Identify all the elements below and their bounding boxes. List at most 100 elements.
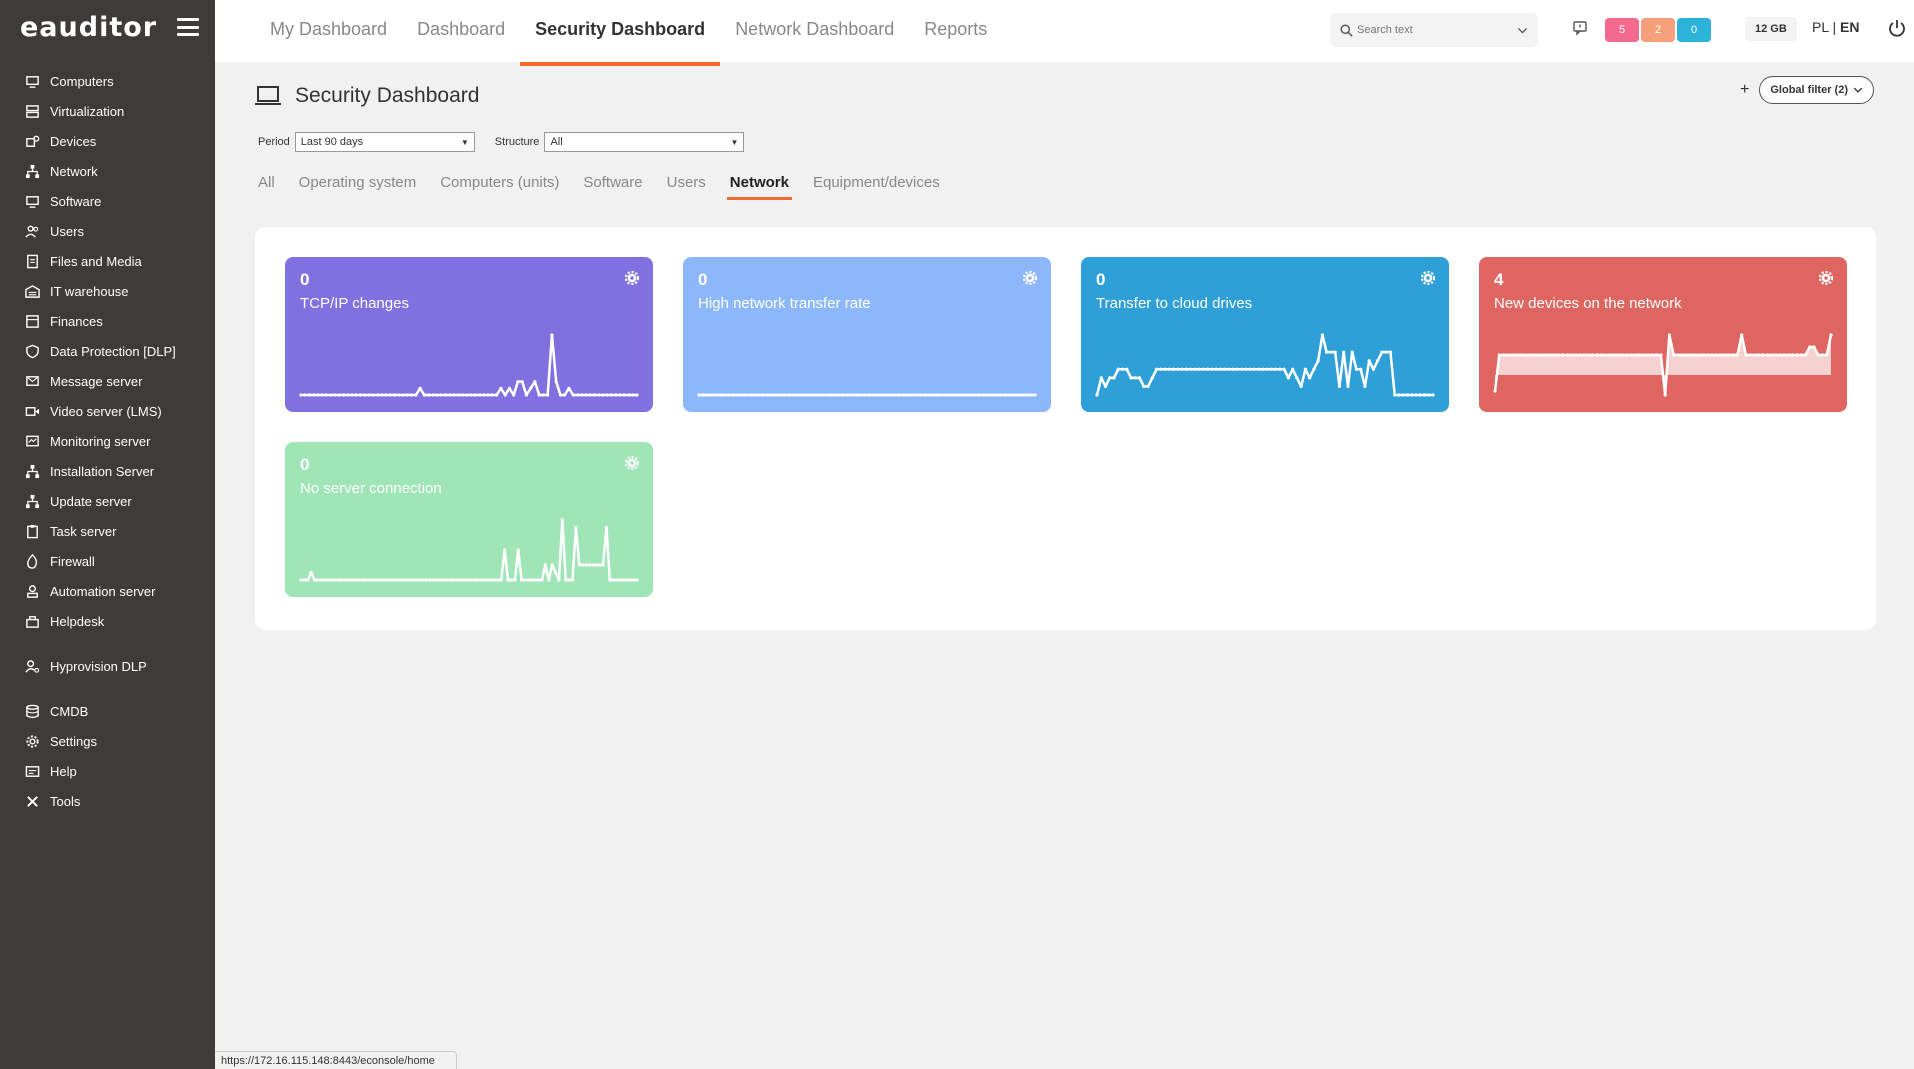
gear-icon[interactable] (1421, 271, 1435, 285)
gear-icon[interactable] (625, 456, 639, 470)
sparkline-point (1308, 376, 1312, 380)
subtab-software[interactable]: Software (583, 174, 642, 197)
sidebar-item-cmdb[interactable]: CMDB (0, 696, 215, 726)
sparkline-point (584, 563, 588, 567)
stat-card[interactable]: 4 New devices on the network (1479, 257, 1847, 412)
menu-toggle-icon[interactable] (177, 18, 199, 36)
nav-divider (0, 681, 215, 696)
sidebar-item-video-server-lms[interactable]: Video server (LMS) (0, 396, 215, 426)
structure-select[interactable]: All ▼ (544, 132, 745, 152)
sparkline-point (1274, 367, 1278, 371)
subtab-network[interactable]: Network (726, 174, 793, 200)
sparkline-point (1518, 353, 1523, 357)
sparkline-point (1431, 393, 1435, 397)
tab-dashboard[interactable]: Dashboard (402, 0, 520, 62)
lang-en[interactable]: EN (1840, 19, 1859, 35)
top-tabs: My Dashboard Dashboard Security Dashboard N… (255, 0, 1002, 66)
sidebar-item-data-protection-dlp[interactable]: Data Protection [DLP] (0, 336, 215, 366)
sidebar-item-finances[interactable]: Finances (0, 306, 215, 336)
sidebar-item-update-server[interactable]: Update server (0, 486, 215, 516)
sidebar-item-automation-server[interactable]: Automation server (0, 576, 215, 606)
sparkline-point (418, 578, 422, 582)
sparkline-point (490, 393, 494, 397)
sidebar-item-hyprovision-dlp[interactable]: Hyprovision DLP (0, 651, 215, 681)
subtab-equipment-devices[interactable]: Equipment/devices (813, 174, 940, 197)
network-icon (24, 463, 40, 479)
stat-card[interactable]: 0 High network transfer rate (683, 257, 1051, 412)
sidebar-item-devices[interactable]: Devices (0, 126, 215, 156)
subtab-users[interactable]: Users (667, 174, 706, 197)
sparkline-point (299, 393, 303, 397)
sidebar-item-monitoring-server[interactable]: Monitoring server (0, 426, 215, 456)
sparkline-point (1680, 353, 1684, 357)
alert-badges: 520 (1605, 18, 1711, 42)
sidebar-item-helpdesk[interactable]: Helpdesk (0, 606, 215, 636)
sparkline-chart (299, 333, 639, 397)
tab-my-dashboard[interactable]: My Dashboard (255, 0, 402, 62)
tab-reports[interactable]: Reports (909, 0, 1002, 62)
sparkline-point (735, 393, 739, 397)
global-filter-button[interactable]: Global filter (2) (1759, 76, 1874, 104)
sidebar-item-computers[interactable]: Computers (0, 66, 215, 96)
lang-pl[interactable]: PL (1812, 19, 1829, 35)
gear-icon[interactable] (1023, 271, 1037, 285)
search-box[interactable] (1330, 13, 1538, 47)
period-select[interactable]: Last 90 days ▼ (294, 132, 475, 152)
subtab-computers-units[interactable]: Computers (units) (440, 174, 559, 197)
gear-icon[interactable] (1819, 271, 1833, 285)
alert-badge[interactable]: 2 (1641, 18, 1675, 42)
sparkline-point (456, 393, 460, 397)
sidebar-item-virtualization[interactable]: Virtualization (0, 96, 215, 126)
sidebar-item-users[interactable]: Users (0, 216, 215, 246)
sidebar-item-help[interactable]: Help (0, 756, 215, 786)
tab-security-dashboard[interactable]: Security Dashboard (520, 0, 721, 66)
sparkline-point (1282, 367, 1286, 371)
sparkline-point (302, 578, 306, 582)
sparkline-point (1650, 353, 1654, 357)
sparkline-point (1638, 353, 1642, 357)
sparkline-point (1761, 353, 1765, 357)
sidebar-item-label: Settings (50, 733, 97, 749)
subtab-operating-system[interactable]: Operating system (299, 174, 417, 197)
sidebar-item-it-warehouse[interactable]: IT warehouse (0, 276, 215, 306)
alert-badge[interactable]: 5 (1605, 18, 1639, 42)
stat-card[interactable]: 0 TCP/IP changes (285, 257, 653, 412)
power-icon[interactable] (1887, 18, 1907, 38)
sidebar-item-message-server[interactable]: Message server (0, 366, 215, 396)
tab-network-dashboard[interactable]: Network Dashboard (720, 0, 909, 62)
sparkline-point (473, 393, 477, 397)
chevron-down-icon[interactable] (1517, 25, 1528, 36)
alert-badge[interactable]: 0 (1677, 18, 1711, 42)
subtab-all[interactable]: All (258, 174, 275, 197)
sidebar-item-files-and-media[interactable]: Files and Media (0, 246, 215, 276)
app-logo[interactable]: eauditor (20, 12, 157, 43)
chat-icon[interactable] (1572, 20, 1588, 36)
sidebar-item-software[interactable]: Software (0, 186, 215, 216)
sparkline-point (472, 578, 476, 582)
add-icon[interactable]: + (1740, 81, 1749, 99)
sparkline-point (1016, 393, 1020, 397)
sidebar-item-task-server[interactable]: Task server (0, 516, 215, 546)
sidebar-item-firewall[interactable]: Firewall (0, 546, 215, 576)
sparkline-point (901, 393, 905, 397)
sparkline-point (931, 393, 935, 397)
stat-card[interactable]: 0 Transfer to cloud drives (1081, 257, 1449, 412)
sidebar-item-label: Help (50, 763, 77, 779)
sparkline-point (1795, 353, 1799, 357)
sparkline-point (1146, 384, 1150, 389)
gear-icon[interactable] (625, 271, 639, 285)
sidebar-item-settings[interactable]: Settings (0, 726, 215, 756)
topbar: My Dashboard Dashboard Security Dashboard N… (215, 0, 1914, 66)
sparkline-point (507, 386, 512, 390)
sparkline-chart (697, 393, 1037, 397)
sparkline-point (1167, 367, 1171, 371)
sidebar-item-network[interactable]: Network (0, 156, 215, 186)
sidebar-item-tools[interactable]: Tools (0, 786, 215, 816)
search-input[interactable] (1357, 24, 1507, 36)
stat-card[interactable]: 0 No server connection (285, 442, 653, 597)
sparkline-point (465, 578, 469, 582)
sparkline-point (1103, 384, 1108, 389)
sparkline-point (1816, 353, 1820, 357)
sidebar-item-installation-server[interactable]: Installation Server (0, 456, 215, 486)
sparkline-point (370, 578, 374, 582)
